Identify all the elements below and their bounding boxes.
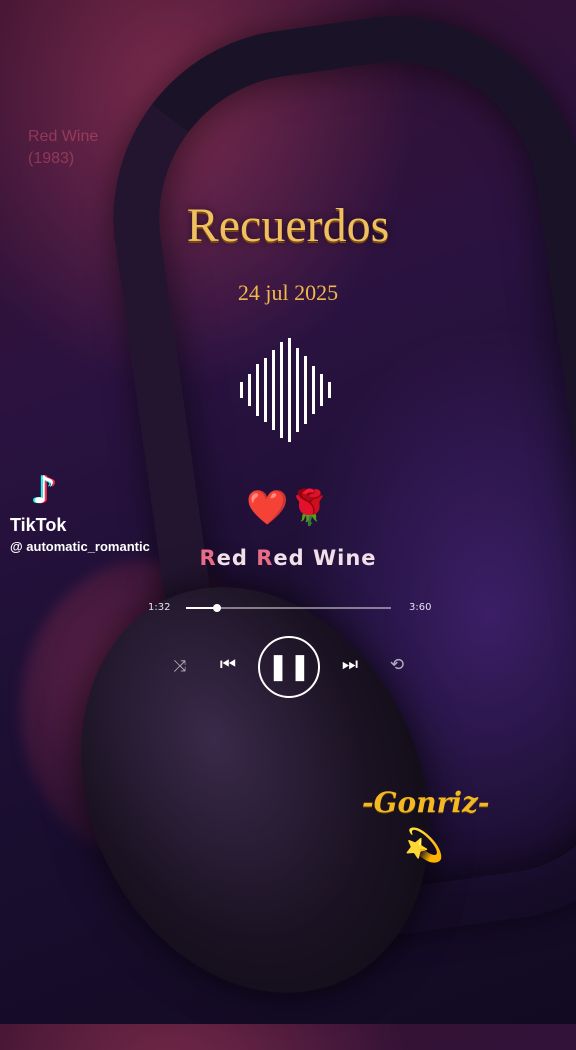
heart-rose-emojis: ❤️🌹 bbox=[246, 488, 331, 528]
date-label: 24 jul 2025 bbox=[237, 280, 339, 305]
pause-button[interactable]: ❚❚ bbox=[258, 636, 320, 698]
tiktok-brand: TikTok bbox=[10, 515, 67, 535]
song-title-part-1: ed bbox=[216, 546, 257, 570]
repeat-icon[interactable]: ⟲ bbox=[387, 655, 407, 675]
shuffle-icon[interactable]: ⤨ bbox=[170, 656, 190, 676]
progress-thumb[interactable] bbox=[212, 604, 221, 612]
soundwave-icon bbox=[240, 338, 331, 442]
dizzy-star-icon: 💫 bbox=[404, 826, 444, 864]
song-title: Red Red Wine bbox=[0, 546, 576, 570]
current-time: 1:32 bbox=[148, 602, 171, 613]
song-title-accent-2: R bbox=[256, 546, 274, 570]
background-song-line1: Red Wine bbox=[28, 128, 99, 145]
signature: -Gonriz- bbox=[362, 786, 490, 819]
next-track-icon[interactable]: ⏭ bbox=[340, 654, 360, 675]
page-title: Recuerdos bbox=[186, 199, 390, 252]
background-song-title: Red Wine (1983) bbox=[28, 126, 98, 170]
song-title-part-2: ed Wine bbox=[273, 546, 377, 570]
background-song-line2: (1983) bbox=[28, 150, 75, 167]
progress-slider[interactable] bbox=[186, 604, 391, 612]
previous-track-icon[interactable]: ⏮ bbox=[218, 654, 238, 675]
song-title-accent-1: R bbox=[199, 546, 217, 570]
tiktok-logo-icon: ♪ bbox=[31, 468, 57, 512]
total-time: 3:60 bbox=[409, 602, 432, 613]
